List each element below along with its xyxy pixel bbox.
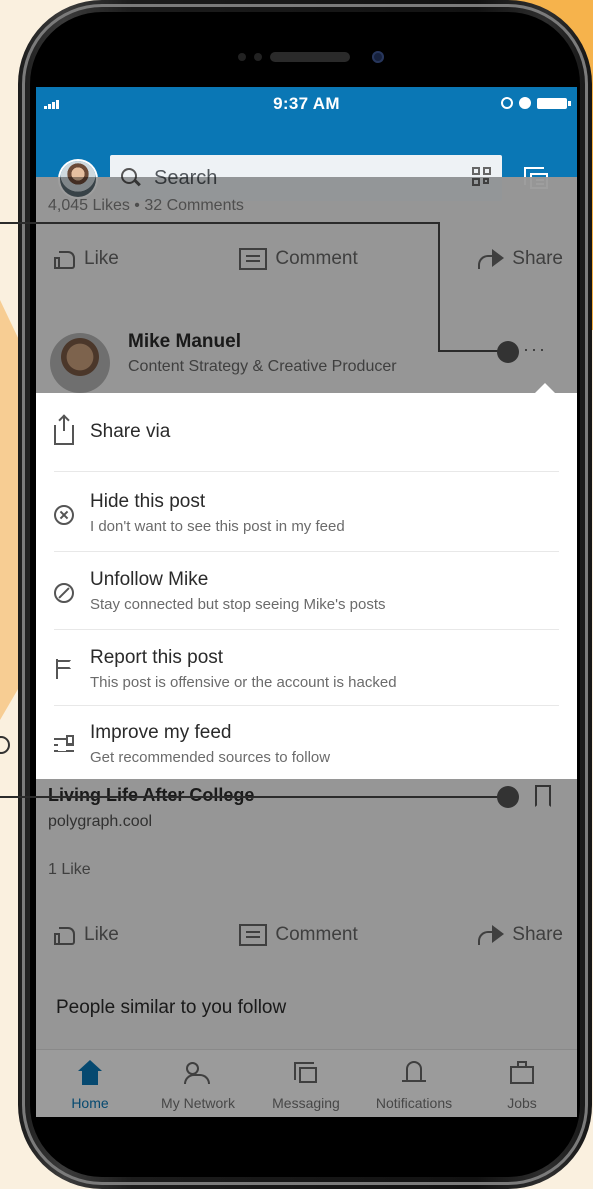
app-screen: 9:37 AM Search 4,045 Likes • 32 Comments… bbox=[36, 87, 577, 1117]
sensor bbox=[238, 53, 246, 61]
battery-icon bbox=[537, 97, 571, 109]
location-icon bbox=[501, 97, 513, 109]
menu-item-improve-feed[interactable]: Improve my feed Get recommended sources … bbox=[36, 705, 577, 779]
menu-item-subtitle: I don't want to see this post in my feed bbox=[90, 518, 345, 535]
status-time: 9:37 AM bbox=[273, 94, 340, 113]
menu-item-title: Hide this post bbox=[90, 491, 206, 512]
post-options-menu: Share via Hide this post I don't want to… bbox=[36, 383, 577, 779]
callout-line bbox=[438, 222, 440, 352]
menu-item-share-via[interactable]: Share via bbox=[36, 393, 577, 473]
app-header: Search bbox=[36, 117, 577, 201]
alarm-icon bbox=[519, 97, 531, 109]
sensor bbox=[254, 53, 262, 61]
speaker-grille bbox=[270, 52, 350, 62]
front-camera bbox=[372, 51, 384, 63]
menu-item-subtitle: This post is offensive or the account is… bbox=[90, 674, 397, 691]
status-icons bbox=[501, 96, 571, 110]
share-icon bbox=[54, 417, 74, 445]
menu-item-title: Report this post bbox=[90, 647, 224, 668]
callout-line bbox=[0, 796, 508, 798]
menu-item-title: Improve my feed bbox=[90, 722, 232, 743]
sliders-icon bbox=[54, 735, 74, 755]
menu-item-report[interactable]: Report this post This post is offensive … bbox=[36, 629, 577, 705]
menu-pointer bbox=[535, 383, 555, 393]
menu-item-unfollow[interactable]: Unfollow Mike Stay connected but stop se… bbox=[36, 551, 577, 629]
hide-icon bbox=[54, 505, 74, 525]
menu-item-title: Share via bbox=[90, 421, 171, 442]
callout-dot bbox=[497, 786, 519, 808]
callout-dot bbox=[497, 341, 519, 363]
unfollow-icon bbox=[54, 583, 74, 603]
status-bar: 9:37 AM bbox=[36, 87, 577, 117]
flag-icon bbox=[54, 659, 74, 679]
callout-line bbox=[0, 222, 440, 224]
menu-item-subtitle: Get recommended sources to follow bbox=[90, 749, 331, 766]
menu-item-subtitle: Stay connected but stop seeing Mike's po… bbox=[90, 596, 386, 613]
menu-item-hide-post[interactable]: Hide this post I don't want to see this … bbox=[36, 473, 577, 551]
callout-endpoint bbox=[0, 736, 10, 754]
divider bbox=[54, 471, 559, 472]
menu-item-title: Unfollow Mike bbox=[90, 569, 209, 590]
